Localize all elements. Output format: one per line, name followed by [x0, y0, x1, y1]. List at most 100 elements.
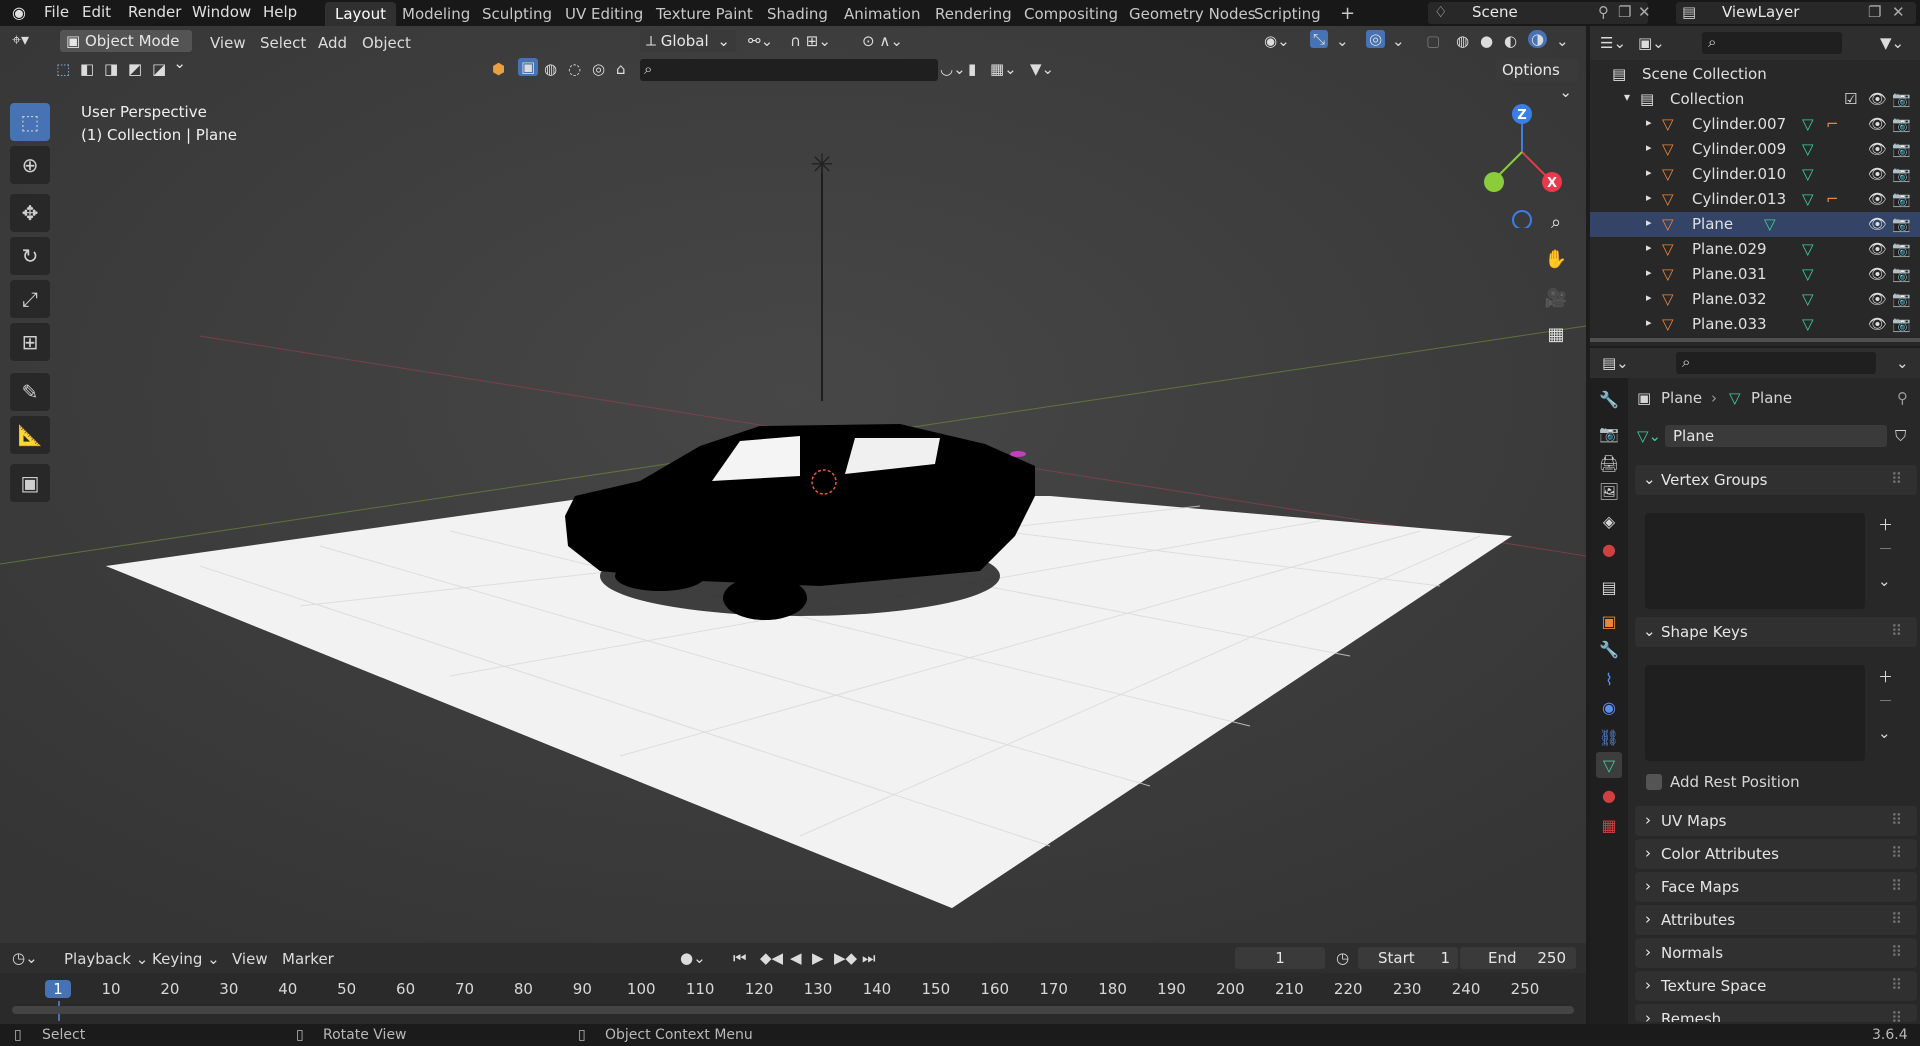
3d-viewport[interactable]: ✳ ⌖▾ ▣ Object Mode ⌄ View Select Add Obje… — [0, 26, 1586, 943]
scene-collection-row[interactable]: ▤ Scene Collection — [1590, 62, 1920, 87]
eye-icon[interactable]: 👁 — [1868, 215, 1887, 233]
select-invert-icon[interactable]: ◩ — [128, 60, 142, 78]
expand-icon[interactable]: ▸ — [1646, 266, 1652, 279]
outliner-item[interactable]: ▸ ▽ Cylinder.009 ▽ 👁 📷 — [1590, 137, 1920, 162]
add-vertex-group-button[interactable]: ＋ — [1878, 514, 1893, 535]
mesh-data-icon[interactable]: ▽ — [1802, 315, 1814, 333]
outliner-editor-icon[interactable]: ☰⌄ — [1600, 34, 1626, 52]
panel-texture-space[interactable]: › Texture Space ⠿ — [1635, 971, 1917, 1001]
output-tab-icon[interactable]: 🖨 — [1596, 450, 1622, 476]
tab-sculpting[interactable]: Sculpting — [472, 2, 562, 26]
properties-editor-icon[interactable]: ▤⌄ — [1602, 354, 1629, 372]
camera-icon[interactable]: 📷 — [1892, 90, 1911, 108]
bookmark-icon[interactable]: ▮ — [968, 60, 976, 78]
camera-icon[interactable]: 📷 — [1892, 165, 1911, 183]
drag-handle-icon[interactable]: ⠿ — [1891, 622, 1902, 640]
filter-light-icon[interactable]: ⌂ — [616, 60, 626, 78]
camera-icon[interactable]: 📷 — [1892, 115, 1911, 133]
expand-icon[interactable]: ▸ — [1646, 241, 1652, 254]
outliner-item[interactable]: ▸ ▽ Plane.032 ▽ 👁 📷 — [1590, 287, 1920, 312]
mode-dropdown[interactable]: ▣ Object Mode ⌄ — [60, 30, 192, 72]
render-tab-icon[interactable]: 📷 — [1596, 420, 1622, 446]
zoom-view-button[interactable]: ⌕ — [1540, 206, 1572, 238]
filter-solid-icon[interactable]: ▣ — [518, 58, 539, 76]
cursor-tool[interactable]: ⊕ — [10, 146, 50, 184]
filter-texture-icon[interactable]: ◌ — [568, 60, 581, 78]
tab-compositing[interactable]: Compositing — [1014, 2, 1128, 26]
expand-icon[interactable]: ▸ — [1646, 166, 1652, 179]
camera-icon[interactable]: 📷 — [1892, 140, 1911, 158]
camera-icon[interactable]: 📷 — [1892, 315, 1911, 333]
tab-scripting[interactable]: Scripting — [1244, 2, 1331, 26]
modifiers-tab-icon[interactable]: 🔧 — [1596, 636, 1622, 662]
drag-handle-icon[interactable]: ⠿ — [1891, 1009, 1902, 1022]
mesh-data-icon[interactable]: ▽ — [1802, 290, 1814, 308]
properties-search-input[interactable]: ⌕ — [1676, 352, 1876, 374]
mesh-data-icon[interactable]: ▽ — [1802, 265, 1814, 283]
expand-icon[interactable]: ▾ — [1624, 90, 1630, 104]
outliner-item[interactable]: ▸ ▽ Cylinder.013 ▽ ⌐ 👁 📷 — [1590, 187, 1920, 212]
gizmo-toggle-icon[interactable]: ⤡ — [1310, 30, 1329, 48]
expand-icon[interactable]: ▸ — [1646, 216, 1652, 229]
overlays-dropdown-icon[interactable]: ⌄ — [1392, 32, 1405, 50]
expand-icon[interactable]: ▸ — [1646, 291, 1652, 304]
view-layer-selector[interactable]: ▤ ViewLayer ❐ ✕ — [1676, 2, 1916, 24]
drag-handle-icon[interactable]: ⠿ — [1891, 910, 1902, 928]
camera-icon[interactable]: 📷 — [1892, 240, 1911, 258]
annotate-tool[interactable]: ✎ — [10, 373, 50, 411]
eye-icon[interactable]: 👁 — [1868, 265, 1887, 283]
snap-icon[interactable]: ∩ ⊞⌄ — [790, 32, 831, 50]
remove-vertex-group-button[interactable]: － — [1878, 538, 1893, 559]
outliner-scrollbar[interactable] — [1590, 338, 1920, 342]
modifier-icon[interactable]: ⌐ — [1826, 190, 1839, 208]
object-tab-icon[interactable]: ▣ — [1596, 608, 1622, 634]
filter-material-icon[interactable]: ◍ — [544, 60, 557, 78]
blender-logo-icon[interactable]: ◉ — [12, 3, 26, 22]
drag-handle-icon[interactable]: ⠿ — [1891, 844, 1902, 862]
menu-file[interactable]: File — [44, 3, 69, 21]
mesh-data-icon[interactable]: ▽ — [1802, 240, 1814, 258]
collection-tab-icon[interactable]: ▤ — [1596, 574, 1622, 600]
scene-tab-icon[interactable]: ◈ — [1596, 508, 1622, 534]
menu-render[interactable]: Render — [128, 3, 181, 21]
constraints-tab-icon[interactable]: ⛓ — [1596, 724, 1622, 750]
object-type-icon[interactable]: ⬢ — [492, 60, 505, 78]
scale-tool[interactable]: ⤢ — [10, 280, 50, 318]
eye-icon[interactable]: 👁 — [1868, 115, 1887, 133]
rendered-shading-icon[interactable]: ◑ — [1528, 30, 1548, 48]
select-subtract-icon[interactable]: ◨ — [104, 60, 118, 78]
tab-layout[interactable]: Layout — [325, 2, 396, 26]
select-box-icon[interactable]: ⬚ — [56, 60, 70, 78]
wireframe-shading-icon[interactable]: ◍ — [1456, 32, 1469, 50]
outliner-filter-icon[interactable]: ▼⌄ — [1880, 34, 1904, 52]
material-shading-icon[interactable]: ◐ — [1504, 32, 1517, 50]
camera-view-button[interactable]: 🎥 — [1540, 282, 1572, 314]
vertex-groups-list[interactable] — [1645, 513, 1865, 609]
collapse-icon[interactable]: ⌄ — [1896, 354, 1909, 372]
timeline-scrollbar[interactable] — [12, 1006, 1574, 1014]
drag-handle-icon[interactable]: ⠿ — [1891, 470, 1902, 488]
menu-help[interactable]: Help — [263, 3, 297, 21]
filter-funnel-icon[interactable]: ▼⌄ — [1030, 60, 1054, 78]
menu-view[interactable]: View — [210, 34, 246, 52]
new-scene-icon[interactable]: ❐ — [1618, 3, 1631, 21]
move-tool[interactable]: ✥ — [10, 194, 50, 232]
shading-dropdown-icon[interactable]: ⌄ — [1556, 32, 1569, 50]
collection-row[interactable]: ▾ ▤ Collection ☑ 👁 📷 — [1590, 87, 1920, 112]
tool-tab-icon[interactable]: 🔧 — [1596, 386, 1622, 412]
expand-icon[interactable]: ▸ — [1646, 141, 1652, 154]
mesh-data-icon[interactable]: ▽ — [1802, 115, 1814, 133]
particles-tab-icon[interactable]: ⌇ — [1596, 666, 1622, 692]
scene-selector[interactable]: ♢ Scene ⚲ ❐ ✕ — [1428, 2, 1651, 24]
expand-icon[interactable]: ▸ — [1646, 191, 1652, 204]
viewport-scene[interactable]: ✳ — [0, 26, 1586, 943]
panel-normals[interactable]: › Normals ⠿ — [1635, 938, 1917, 968]
material-tab-icon[interactable]: ● — [1596, 782, 1622, 808]
eye-icon[interactable]: 👁 — [1868, 140, 1887, 158]
eye-icon[interactable]: 👁 — [1868, 315, 1887, 333]
pin-icon[interactable]: ⚲ — [1598, 3, 1609, 21]
outliner-search-input[interactable]: ⌕ — [1702, 32, 1842, 54]
menu-select[interactable]: Select — [260, 34, 306, 52]
menu-edit[interactable]: Edit — [82, 3, 111, 21]
mesh-data-icon[interactable]: ▽ — [1802, 140, 1814, 158]
